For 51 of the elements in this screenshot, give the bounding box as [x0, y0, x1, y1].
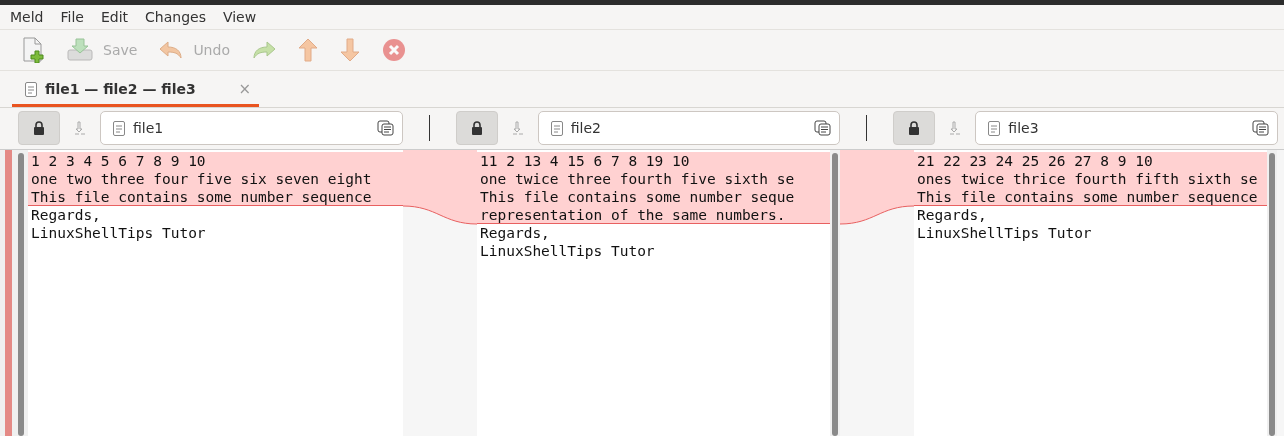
- code-line: Regards,: [917, 207, 987, 223]
- code-line: This file contains some number sequence: [31, 189, 372, 205]
- down-arrow-icon: [339, 38, 360, 62]
- code-line: representation of the same numbers.: [480, 207, 786, 223]
- download-arrow-icon[interactable]: [74, 121, 86, 136]
- file-chooser-field[interactable]: file1: [100, 111, 403, 146]
- padlock-icon: [33, 121, 45, 136]
- code-line: Regards,: [480, 225, 550, 241]
- menu-item[interactable]: View: [222, 9, 257, 26]
- download-arrow-icon[interactable]: [949, 121, 962, 136]
- code-line: LinuxShellTips Tutor: [917, 225, 1092, 241]
- lock-toggle-button[interactable]: [18, 111, 60, 146]
- code-line: This file contains some number seque: [480, 189, 795, 205]
- lock-toggle-button[interactable]: [893, 111, 936, 146]
- up-arrow-icon: [297, 38, 318, 62]
- code-line: This file contains some number sequence: [917, 189, 1258, 205]
- menu-item[interactable]: File: [60, 9, 84, 26]
- document-tab[interactable]: file1 — file2 — file3 ×: [12, 74, 259, 107]
- undo-icon: [159, 40, 184, 60]
- lock-toggle-button[interactable]: [455, 111, 498, 146]
- menu-item[interactable]: Changes: [145, 9, 206, 26]
- code-line: LinuxShellTips Tutor: [480, 243, 655, 259]
- code-line: ones twice thrice fourth fifth sixth se: [917, 171, 1258, 187]
- file-chooser-field[interactable]: file3: [975, 111, 1278, 146]
- document-icon: [550, 120, 563, 136]
- document-icon: [113, 120, 125, 136]
- padlock-icon: [470, 121, 483, 136]
- drive-download-icon: [67, 38, 93, 62]
- code-line: one two three four five six seven eight: [31, 171, 372, 187]
- menu-item[interactable]: Edit: [100, 9, 129, 26]
- scrollbar-thumb[interactable]: [18, 153, 24, 436]
- code-line: 11 2 13 4 15 6 7 8 19 10: [480, 153, 690, 169]
- copy-icon: [1252, 120, 1269, 137]
- stop-icon: [381, 38, 406, 62]
- copy-icon: [376, 120, 394, 137]
- scrollbar-thumb[interactable]: [1269, 153, 1275, 436]
- new-file-icon: [21, 37, 45, 63]
- copy-icon: [814, 120, 832, 137]
- code-line: LinuxShellTips Tutor: [31, 225, 206, 241]
- file-chooser-field[interactable]: file2: [537, 111, 841, 146]
- download-arrow-icon[interactable]: [511, 121, 524, 136]
- redo-icon: [251, 40, 276, 60]
- padlock-icon: [908, 121, 921, 136]
- code-line: one twice three fourth five sixth se: [480, 171, 795, 187]
- document-icon: [25, 81, 37, 97]
- scrollbar-thumb[interactable]: [832, 153, 838, 436]
- code-line: 21 22 23 24 25 26 27 8 9 10: [917, 153, 1153, 169]
- code-line: Regards,: [31, 207, 101, 223]
- document-icon: [988, 120, 1001, 136]
- menu-item[interactable]: Meld: [10, 9, 44, 26]
- code-line: 1 2 3 4 5 6 7 8 9 10: [31, 153, 206, 169]
